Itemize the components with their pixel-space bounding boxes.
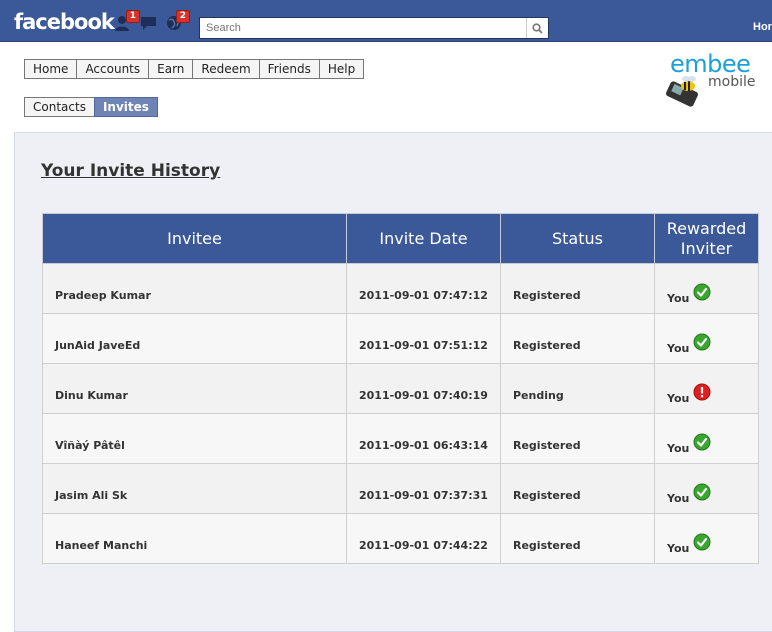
invitee-name: JunAid JaveEd	[42, 313, 347, 364]
check-icon	[693, 533, 711, 551]
rewarded-inviter-cell: You	[654, 363, 759, 414]
column-header-rewarded-inviter: Rewarded Inviter	[654, 213, 759, 264]
nav-redeem-button[interactable]: Redeem	[192, 59, 260, 79]
rewarded-inviter: You	[667, 442, 690, 455]
search-input[interactable]	[200, 18, 526, 38]
table-row: Jasim Ali Sk 2011-09-01 07:37:31 Registere…	[42, 463, 759, 514]
invite-date: 2011-09-01 07:40:19	[346, 363, 501, 414]
table-row: Dinu Kumar 2011-09-01 07:40:19 Pending You	[42, 363, 759, 414]
table-row: Vîñàý Pâtêl 2011-09-01 06:43:14 Registered…	[42, 413, 759, 464]
search-button[interactable]	[526, 18, 548, 38]
search-box	[199, 17, 549, 39]
tab-invites[interactable]: Invites	[93, 97, 158, 117]
invite-status: Registered	[500, 513, 655, 564]
nav-earn-button[interactable]: Earn	[148, 59, 194, 79]
invite-history-table: Invitee Invite Date Status Rewarded Invi…	[42, 213, 759, 564]
rewarded-inviter: You	[667, 342, 690, 355]
invite-date: 2011-09-01 07:51:12	[346, 313, 501, 364]
facebook-logo[interactable]: facebook	[14, 10, 115, 34]
check-icon	[693, 483, 711, 501]
check-icon	[693, 433, 711, 451]
invitee-name: Haneef Manchi	[42, 513, 347, 564]
rewarded-inviter: You	[667, 292, 690, 305]
notifications-globe-icon[interactable]: 2	[164, 10, 190, 32]
invite-date: 2011-09-01 07:44:22	[346, 513, 501, 564]
tab-contacts[interactable]: Contacts	[24, 97, 95, 117]
rewarded-inviter-cell: You	[654, 263, 759, 314]
invite-status: Registered	[500, 463, 655, 514]
column-header-status: Status	[500, 213, 655, 264]
embee-mobile-logo[interactable]: embee mobile	[664, 50, 772, 112]
embee-logo-tagline: mobile	[708, 74, 756, 90]
column-header-invitee: Invitee	[42, 213, 347, 264]
facebook-top-bar: facebook 1 2 Hor	[0, 0, 772, 42]
invite-status: Registered	[500, 313, 655, 364]
search-icon	[532, 22, 543, 34]
bee-phone-icon	[666, 76, 698, 107]
sub-nav: Contacts Invites	[24, 97, 158, 117]
invite-status: Registered	[500, 413, 655, 464]
rewarded-inviter: You	[667, 392, 690, 405]
table-header-row: Invitee Invite Date Status Rewarded Invi…	[42, 213, 759, 264]
home-link[interactable]: Hor	[753, 21, 772, 33]
rewarded-inviter: You	[667, 492, 690, 505]
rewarded-inviter-cell: You	[654, 513, 759, 564]
friend-requests-count: 1	[125, 10, 140, 23]
invite-status: Pending	[500, 363, 655, 414]
nav-home-button[interactable]: Home	[24, 59, 78, 79]
notifications-count: 2	[175, 10, 190, 23]
table-row: Haneef Manchi 2011-09-01 07:44:22 Register…	[42, 513, 759, 564]
invite-date: 2011-09-01 07:37:31	[346, 463, 501, 514]
rewarded-inviter-cell: You	[654, 313, 759, 364]
rewarded-inviter-cell: You	[654, 463, 759, 514]
check-icon	[693, 333, 711, 351]
invite-status: Registered	[500, 263, 655, 314]
column-header-invite-date: Invite Date	[346, 213, 501, 264]
app-nav: Home Accounts Earn Redeem Friends Help	[24, 59, 365, 79]
invite-date: 2011-09-01 06:43:14	[346, 413, 501, 464]
invite-history-panel: Your Invite History Invitee Invite Date …	[14, 132, 772, 632]
invitee-name: Jasim Ali Sk	[42, 463, 347, 514]
page-title: Your Invite History	[41, 161, 221, 181]
rewarded-inviter-cell: You	[654, 413, 759, 464]
nav-accounts-button[interactable]: Accounts	[76, 59, 150, 79]
table-row: JunAid JaveEd 2011-09-01 07:51:12 Register…	[42, 313, 759, 364]
check-icon	[693, 283, 711, 301]
invite-date: 2011-09-01 07:47:12	[346, 263, 501, 314]
invitee-name: Pradeep Kumar	[42, 263, 347, 314]
nav-help-button[interactable]: Help	[318, 59, 365, 79]
messages-icon[interactable]	[139, 14, 159, 32]
table-row: Pradeep Kumar 2011-09-01 07:47:12 Register…	[42, 263, 759, 314]
invitee-name: Dinu Kumar	[42, 363, 347, 414]
alert-icon	[693, 383, 711, 401]
friend-requests-icon[interactable]: 1	[114, 10, 140, 32]
rewarded-inviter: You	[667, 542, 690, 555]
invitee-name: Vîñàý Pâtêl	[42, 413, 347, 464]
nav-friends-button[interactable]: Friends	[258, 59, 320, 79]
